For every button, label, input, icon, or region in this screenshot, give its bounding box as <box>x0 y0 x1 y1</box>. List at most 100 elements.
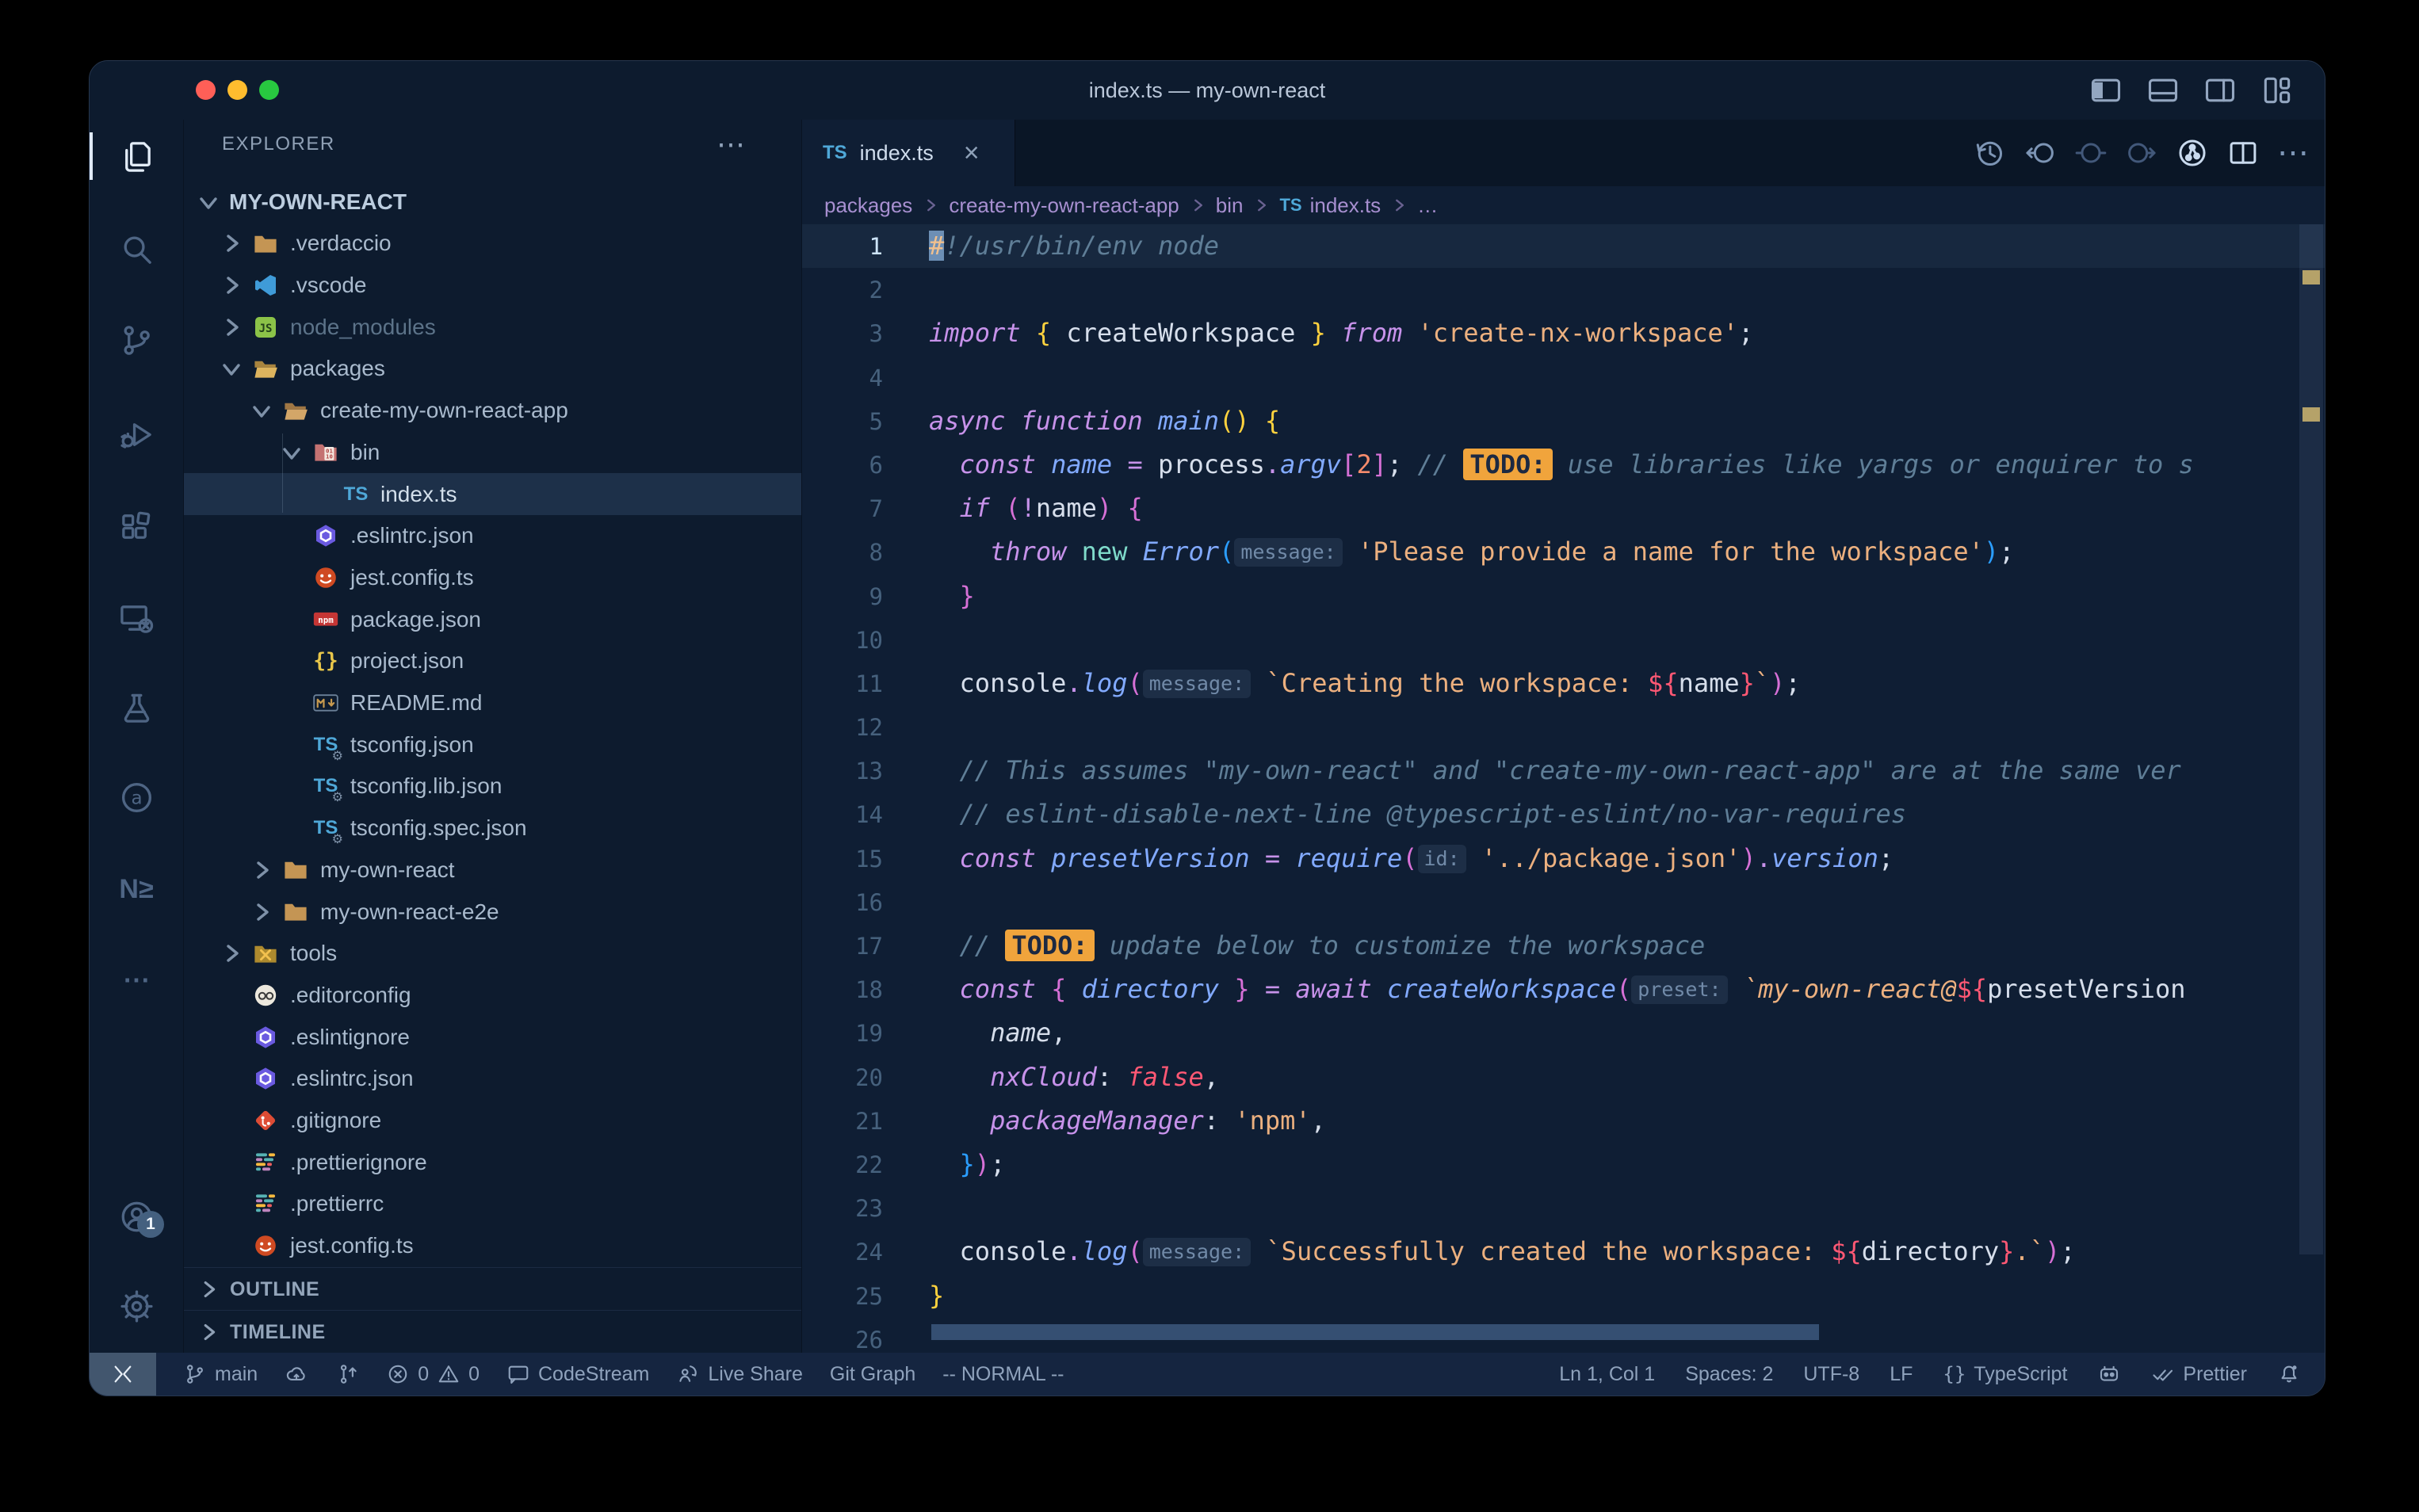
tree-item-.gitignore[interactable]: .gitignore <box>184 1100 801 1142</box>
activity-item-codestream[interactable]: a <box>90 774 183 820</box>
horizontal-scrollbar[interactable] <box>931 1324 1819 1340</box>
more-actions-icon[interactable]: ⋯ <box>2277 135 2309 171</box>
tree-item-create-my-own-react-app[interactable]: create-my-own-react-app <box>184 390 801 432</box>
tree-item-.editorconfig[interactable]: .editorconfig <box>184 975 801 1017</box>
customize-layout-icon[interactable] <box>2260 73 2295 108</box>
code-editor[interactable]: 1#!/usr/bin/env node23import { createWor… <box>802 224 2325 1353</box>
activity-item-remote-explorer[interactable] <box>90 595 183 641</box>
code-line-2[interactable]: 2 <box>802 268 2325 311</box>
activity-item-extensions[interactable] <box>90 504 183 550</box>
tree-item-tsconfig.spec.json[interactable]: TS⚙tsconfig.spec.json <box>184 808 801 850</box>
code-line-12[interactable]: 12 <box>802 705 2325 749</box>
code-line-1[interactable]: 1#!/usr/bin/env node <box>802 224 2325 268</box>
timeline-history-icon[interactable] <box>1973 136 2006 170</box>
status-item-cursor-position[interactable]: Ln 1, Col 1 <box>1559 1363 1655 1386</box>
code-line-16[interactable]: 16 <box>802 880 2325 924</box>
breadcrumb-item[interactable]: … <box>1417 193 1438 218</box>
tree-item-packages[interactable]: packages <box>184 348 801 390</box>
code-line-17[interactable]: 17 // TODO: update below to customize th… <box>802 924 2325 968</box>
tree-item-my-own-react[interactable]: my-own-react <box>184 850 801 892</box>
close-tab-icon[interactable]: × <box>964 139 980 166</box>
status-item-notifications[interactable] <box>2277 1362 2301 1386</box>
code-line-13[interactable]: 13 // This assumes "my-own-react" and "c… <box>802 749 2325 792</box>
status-item-encoding[interactable]: UTF-8 <box>1803 1363 1859 1386</box>
git-graph-view-icon[interactable] <box>2176 136 2209 170</box>
vertical-scrollbar[interactable] <box>2299 224 2323 1254</box>
tree-section-root[interactable]: MY-OWN-REACT <box>184 181 801 223</box>
activity-item-nx-console[interactable]: N≥ <box>90 866 183 912</box>
status-item-vim-mode[interactable]: -- NORMAL -- <box>942 1363 1064 1386</box>
status-item-publish-sync[interactable] <box>285 1362 308 1386</box>
navigate-back-icon[interactable] <box>2023 136 2057 170</box>
code-line-22[interactable]: 22 }); <box>802 1143 2325 1186</box>
code-line-20[interactable]: 20 nxCloud: false, <box>802 1056 2325 1099</box>
code-line-10[interactable]: 10 <box>802 618 2325 662</box>
breadcrumb-item[interactable]: packages <box>824 193 912 218</box>
activity-item-explorer[interactable] <box>90 134 183 180</box>
code-line-8[interactable]: 8 throw new Error(message: 'Please provi… <box>802 530 2325 574</box>
activity-item-testing[interactable] <box>90 685 183 731</box>
activity-item-account[interactable]: 1 <box>90 1193 183 1239</box>
activity-item-gear[interactable] <box>90 1283 183 1329</box>
status-item-prettier[interactable]: Prettier <box>2151 1362 2247 1386</box>
tree-item-package.json[interactable]: npmpackage.json <box>184 598 801 640</box>
code-line-5[interactable]: 5async function main() { <box>802 399 2325 443</box>
tree-item-.verdaccio[interactable]: .verdaccio <box>184 223 801 265</box>
breadcrumb-item[interactable]: bin <box>1216 193 1244 218</box>
breadcrumb-item[interactable]: index.ts <box>1310 193 1381 218</box>
code-line-7[interactable]: 7 if (!name) { <box>802 487 2325 530</box>
tree-item-my-own-react-e2e[interactable]: my-own-react-e2e <box>184 891 801 933</box>
code-line-24[interactable]: 24 console.log(message: `Successfully cr… <box>802 1230 2325 1273</box>
breadcrumb-item[interactable]: create-my-own-react-app <box>949 193 1179 218</box>
status-item-indentation[interactable]: Spaces: 2 <box>1685 1363 1773 1386</box>
tab-index-ts[interactable]: TS index.ts × <box>802 120 1015 186</box>
tree-item-.eslintrc.json[interactable]: .eslintrc.json <box>184 1058 801 1100</box>
navigate-forward-icon[interactable] <box>2125 136 2158 170</box>
code-line-11[interactable]: 11 console.log(message: `Creating the wo… <box>802 662 2325 705</box>
tree-item-jest.config.ts[interactable]: jest.config.ts <box>184 557 801 599</box>
code-line-15[interactable]: 15 const presetVersion = require(id: '..… <box>802 837 2325 880</box>
status-item-git-graph[interactable]: Git Graph <box>830 1363 915 1386</box>
tree-item-.prettierignore[interactable]: .prettierignore <box>184 1141 801 1183</box>
code-line-21[interactable]: 21 packageManager: 'npm', <box>802 1099 2325 1143</box>
activity-item-more-views[interactable]: ⋯ <box>90 957 183 1003</box>
toggle-secondary-sidebar-icon[interactable] <box>2203 73 2237 108</box>
code-line-19[interactable]: 19 name, <box>802 1011 2325 1055</box>
tree-item-.prettierrc[interactable]: .prettierrc <box>184 1183 801 1225</box>
code-line-4[interactable]: 4 <box>802 356 2325 399</box>
toggle-primary-sidebar-icon[interactable] <box>2088 73 2123 108</box>
code-line-9[interactable]: 9 } <box>802 575 2325 618</box>
tree-item-node_modules[interactable]: JSnode_modules <box>184 306 801 348</box>
status-item-git-compare[interactable] <box>335 1362 359 1386</box>
tree-item-tsconfig.lib.json[interactable]: TS⚙tsconfig.lib.json <box>184 766 801 808</box>
tree-item-index.ts[interactable]: TSindex.ts <box>184 473 801 515</box>
toggle-panel-icon[interactable] <box>2146 73 2180 108</box>
sidebar-panel-outline[interactable]: OUTLINE <box>184 1267 801 1311</box>
sidebar-panel-timeline[interactable]: TIMELINE <box>184 1310 801 1353</box>
tree-item-bin[interactable]: 0110bin <box>184 432 801 474</box>
code-line-3[interactable]: 3import { createWorkspace } from 'create… <box>802 311 2325 355</box>
status-item-language-mode[interactable]: {}TypeScript <box>1943 1363 2067 1386</box>
tree-item-tools[interactable]: tools <box>184 933 801 975</box>
activity-item-search[interactable] <box>90 226 183 272</box>
status-item-remote-indicator[interactable] <box>90 1353 156 1396</box>
activity-item-run-debug[interactable] <box>90 411 183 457</box>
code-line-6[interactable]: 6 const name = process.argv[2]; // TODO:… <box>802 443 2325 487</box>
tree-item-jest.config.ts[interactable]: jest.config.ts <box>184 1225 801 1267</box>
navigate-dot-icon[interactable] <box>2074 136 2108 170</box>
code-line-14[interactable]: 14 // eslint-disable-next-line @typescri… <box>802 792 2325 836</box>
status-item-live-share[interactable]: Live Share <box>676 1362 803 1386</box>
status-item-copilot[interactable] <box>2097 1362 2121 1386</box>
tree-item-.vscode[interactable]: .vscode <box>184 265 801 307</box>
status-item-codestream[interactable]: CodeStream <box>506 1362 649 1386</box>
status-item-problems[interactable]: 00 <box>386 1362 480 1386</box>
tree-item-README.md[interactable]: README.md <box>184 682 801 724</box>
code-line-25[interactable]: 25} <box>802 1274 2325 1318</box>
split-editor-icon[interactable] <box>2226 136 2260 170</box>
tree-item-project.json[interactable]: {}project.json <box>184 640 801 682</box>
tree-item-.eslintignore[interactable]: .eslintignore <box>184 1016 801 1058</box>
tree-item-.eslintrc.json[interactable]: .eslintrc.json <box>184 515 801 557</box>
code-line-23[interactable]: 23 <box>802 1186 2325 1230</box>
code-line-18[interactable]: 18 const { directory } = await createWor… <box>802 968 2325 1011</box>
tree-item-tsconfig.json[interactable]: TS⚙tsconfig.json <box>184 724 801 766</box>
